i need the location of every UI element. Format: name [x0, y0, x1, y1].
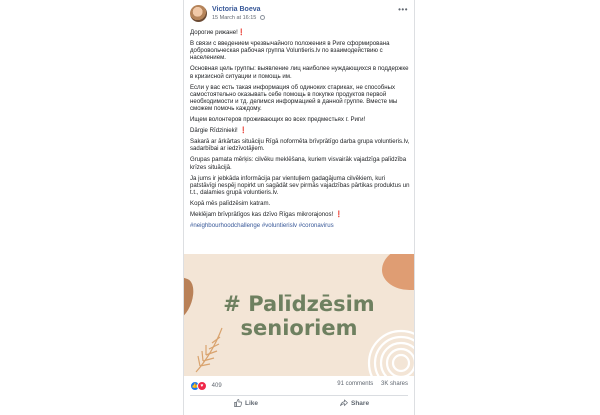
post-paragraph: Grupas pamata mērķis: cilvēku meklēšana,… — [190, 156, 407, 171]
globe-icon — [259, 15, 265, 20]
post-paragraph: В связи с введением чрезвычайного положе… — [190, 39, 390, 62]
like-icon — [234, 399, 242, 407]
more-options-icon[interactable]: ••• — [398, 5, 408, 14]
love-reaction-icon: ♥ — [197, 381, 207, 391]
post-paragraph: Дорогие рижане!❗ — [190, 29, 246, 36]
post-paragraph: Kopā mēs palīdzēsim katram. — [190, 199, 271, 207]
share-icon — [340, 399, 348, 407]
post-image[interactable]: # Palīdzēsim senioriem — [184, 254, 414, 376]
like-label: Like — [245, 399, 259, 407]
exclamation-icon: ❗ — [237, 29, 246, 36]
divider — [190, 395, 408, 396]
post-paragraph: Ja jums ir jebkāda informācija par vient… — [190, 174, 410, 197]
shares-count[interactable]: 3K shares — [381, 381, 408, 387]
post-paragraph: Основная цель группы: выявление лиц наиб… — [190, 65, 409, 80]
post-paragraph: Sakarā ar ārkārtas situāciju Rīgā noform… — [190, 138, 410, 153]
post-paragraph: Если у вас есть такая информация об один… — [190, 83, 398, 113]
reactions-summary[interactable]: 👍 ♥ 409 — [190, 381, 222, 391]
image-headline: # Palīdzēsim senioriem — [223, 292, 375, 340]
exclamation-icon: ❗ — [239, 127, 248, 135]
reactions-count[interactable]: 409 — [212, 383, 222, 389]
post-actions: Like Share — [190, 399, 408, 411]
post-header: Victoria Boeva 15 March at 16:15 ••• — [190, 5, 408, 27]
post-timestamp[interactable]: 15 March at 16:15 — [212, 15, 265, 21]
post-paragraph: Meklējam brīvprātīgos kas dzīvo Rīgas mi… — [190, 210, 343, 218]
post-body: Дорогие рижане!❗ В связи с введением чре… — [190, 29, 410, 233]
facebook-post-card: Victoria Boeva 15 March at 16:15 ••• Дор… — [183, 0, 415, 415]
post-paragraph: Ищем волонтеров проживающих во всех пред… — [190, 116, 366, 124]
author-name[interactable]: Victoria Boeva — [212, 6, 261, 13]
share-button[interactable]: Share — [340, 399, 369, 407]
exclamation-icon: ❗ — [334, 210, 343, 218]
like-button[interactable]: Like — [234, 399, 258, 407]
post-stats: 👍 ♥ 409 91 comments 3K shares — [190, 380, 408, 392]
share-label: Share — [351, 399, 370, 407]
timestamp-text[interactable]: 15 March at 16:15 — [212, 15, 256, 21]
decorative-blob — [382, 254, 414, 290]
author-avatar[interactable] — [190, 5, 207, 22]
post-hashtags[interactable]: #neighbourhoodchallenge #voluntierislv #… — [190, 222, 410, 229]
post-paragraph: Dārgie Rīdzinieki! ❗ — [190, 127, 248, 135]
comments-count[interactable]: 91 comments — [337, 381, 373, 387]
